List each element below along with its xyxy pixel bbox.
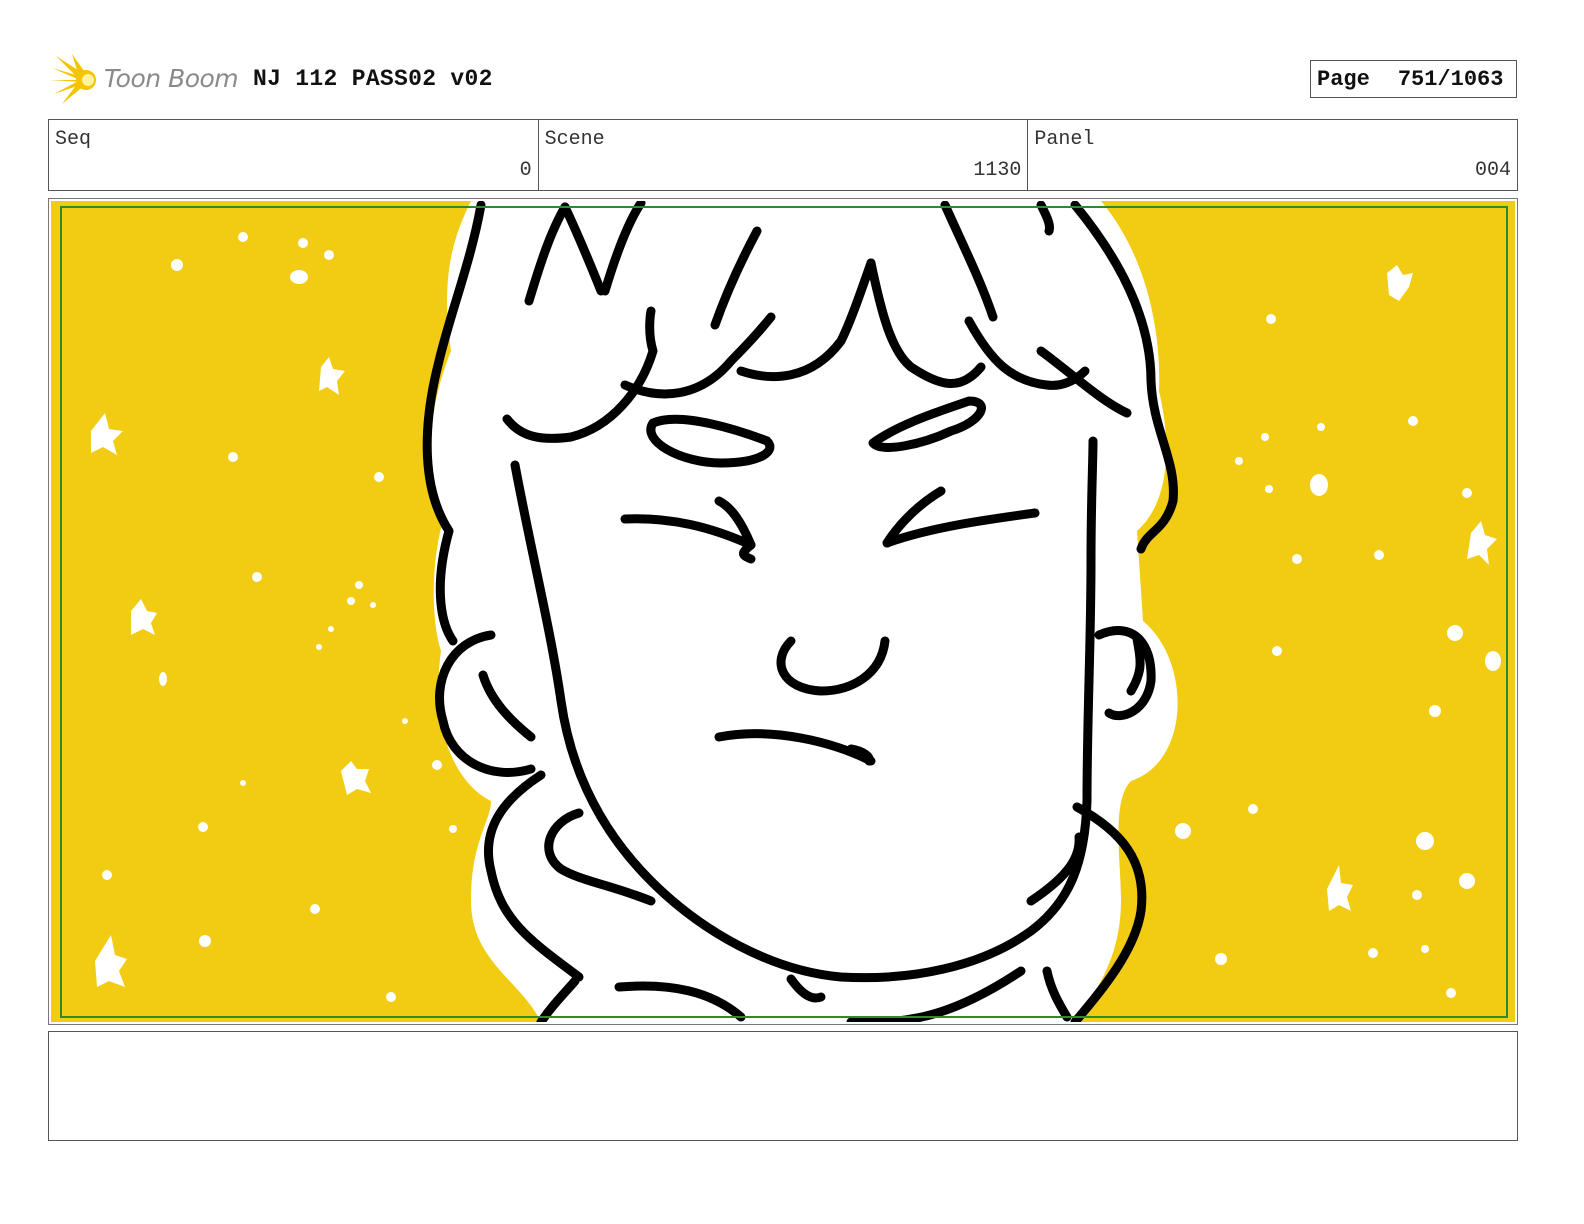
seq-value: 0 [519,159,532,182]
starburst-icon [50,54,96,104]
seq-cell: Seq 0 [49,120,539,190]
panel-cell: Panel 004 [1028,120,1517,190]
seq-label: Seq [55,128,92,151]
scene-value: 1130 [973,159,1022,182]
page-number: 751/1063 [1397,66,1504,92]
page-label: Page [1317,66,1370,92]
notes-box [48,1031,1518,1141]
toon-boom-logo: Toon Boom [50,52,240,108]
logo-text: Toon Boom [104,64,239,93]
scene-label: Scene [544,128,605,151]
panel-label: Panel [1034,128,1095,151]
page-indicator: Page 751/1063 [1310,60,1517,98]
storyboard-panel [48,198,1518,1025]
panel-info-table: Seq 0 Scene 1130 Panel 004 [48,119,1518,191]
scene-cell: Scene 1130 [539,120,1029,190]
document-title: NJ 112 PASS02 v02 [253,66,493,92]
panel-value: 004 [1475,159,1512,182]
panel-artwork [51,201,1515,1022]
